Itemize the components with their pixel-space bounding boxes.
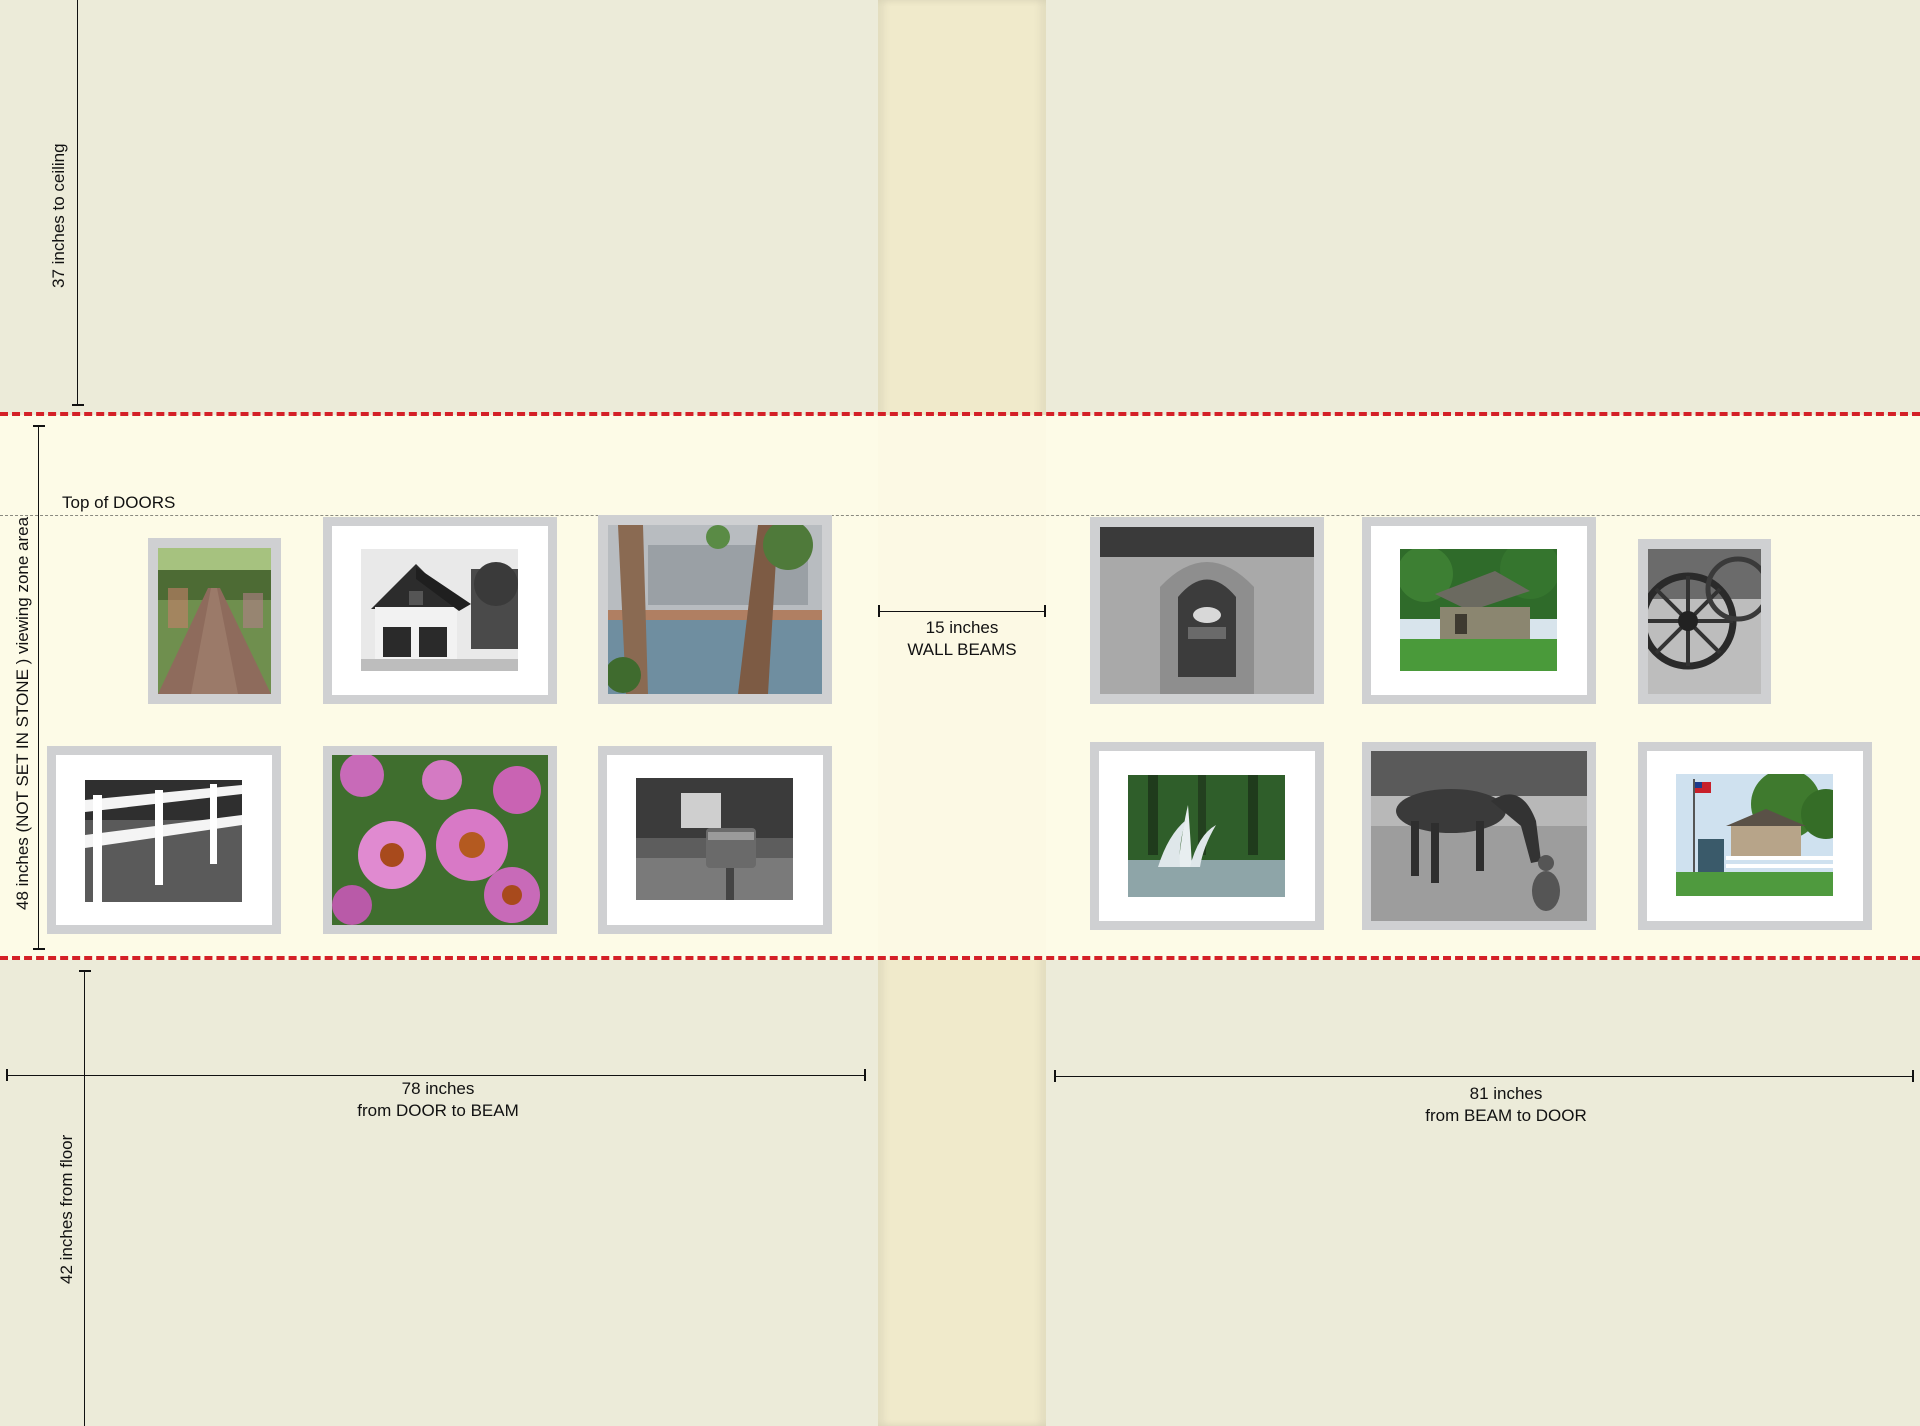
framed-photo-log-cabin	[1362, 517, 1596, 704]
ceiling-dimension-label: 37 inches to ceiling	[49, 143, 68, 288]
photo-birch-trees	[608, 525, 822, 694]
photo-white-fence	[85, 780, 242, 902]
framed-photo-barn-house	[323, 517, 557, 704]
floor-dimension-line	[84, 970, 85, 1426]
framed-photo-fountain	[1090, 742, 1324, 930]
top-of-doors-label: Top of DOORS	[62, 493, 176, 512]
framed-photo-birch-trees	[598, 515, 832, 704]
framed-photo-flag-house	[1638, 742, 1872, 930]
framed-photo-coneflowers	[323, 746, 557, 934]
mat-fountain	[1099, 751, 1315, 921]
viewing-zone-dimension-cap-top	[33, 425, 45, 427]
right-span-label-2: from BEAM to DOOR	[1425, 1106, 1587, 1125]
right-span-label-1: 81 inches	[1469, 1084, 1543, 1103]
viewing-zone-dimension-line	[38, 425, 39, 950]
photo-horse-sculpture	[1371, 751, 1587, 921]
mat-barn-house	[332, 526, 548, 695]
photo-fountain	[1128, 775, 1285, 897]
right-span-cap-left	[1054, 1070, 1056, 1082]
ceiling-dimension-cap	[72, 404, 84, 406]
framed-photo-horse-sculpture	[1362, 742, 1596, 930]
left-span-cap-right	[864, 1069, 866, 1081]
photo-log-cabin	[1400, 549, 1557, 671]
mat-log-cabin	[1371, 526, 1587, 695]
mat-mailbox	[607, 755, 823, 925]
viewing-zone-top-border	[0, 412, 1920, 416]
right-span-cap-right	[1912, 1070, 1914, 1082]
mat-flag-house	[1647, 751, 1863, 921]
left-span-label-2: from DOOR to BEAM	[357, 1101, 519, 1120]
left-span-line	[6, 1075, 866, 1076]
photo-mailbox	[636, 778, 793, 900]
mat-white-fence	[56, 755, 272, 925]
beam-width-label-1: 15 inches	[925, 618, 999, 637]
framed-photo-wagon-wheel	[1638, 539, 1771, 704]
beam-width-cap-right	[1044, 605, 1046, 617]
photo-park-sign	[1100, 527, 1314, 694]
viewing-zone-bottom-border	[0, 956, 1920, 960]
framed-photo-brick-path	[148, 538, 281, 704]
framed-photo-white-fence	[47, 746, 281, 934]
photo-brick-path	[158, 548, 271, 694]
wall-beam-zone-section	[878, 415, 1046, 960]
right-span-line	[1054, 1076, 1914, 1077]
beam-width-label-2: WALL BEAMS	[907, 640, 1017, 659]
floor-dimension-cap	[79, 970, 91, 972]
floor-dimension-label: 42 inches from floor	[57, 1134, 76, 1284]
beam-width-line	[878, 611, 1046, 612]
beam-width-cap-left	[878, 605, 880, 617]
photo-flag-house	[1676, 774, 1833, 896]
ceiling-dimension-line	[77, 0, 78, 405]
framed-photo-park-sign	[1090, 517, 1324, 704]
left-span-label-1: 78 inches	[401, 1079, 475, 1098]
photo-barn-house	[361, 549, 518, 671]
top-of-doors-line	[0, 515, 1920, 516]
photo-wagon-wheel	[1648, 549, 1761, 694]
viewing-zone-dimension-cap-bottom	[33, 948, 45, 950]
framed-photo-mailbox	[598, 746, 832, 934]
photo-coneflowers	[332, 755, 548, 925]
left-span-cap-left	[6, 1069, 8, 1081]
viewing-zone-label: 48 inches (NOT SET IN STONE ) viewing zo…	[13, 516, 32, 910]
